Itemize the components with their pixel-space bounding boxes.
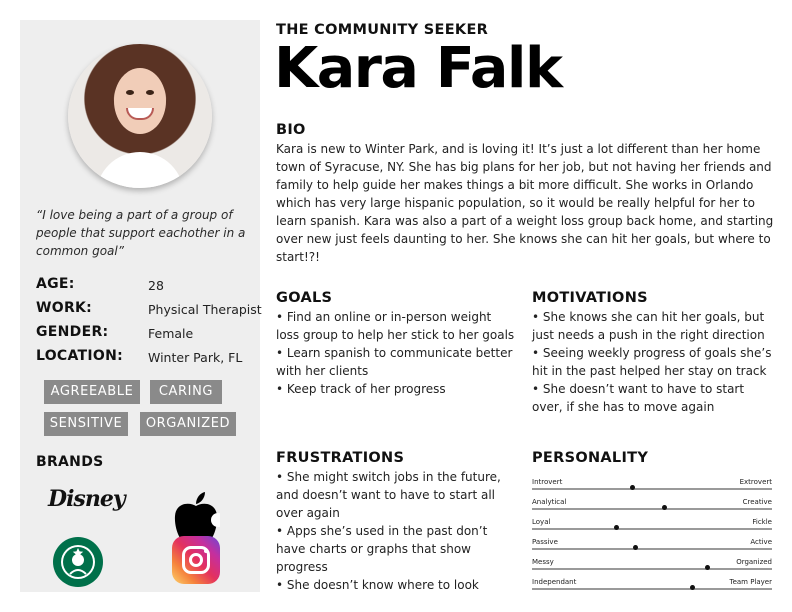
motivation-item: • She knows she can hit her goals, but j… [532, 310, 765, 342]
personality-slider: Messy Organized [532, 556, 772, 576]
slider-track [532, 588, 772, 590]
personality-sliders: Introvert Extrovert Analytical Creative … [532, 476, 772, 596]
slider-track [532, 568, 772, 570]
slider-knob [661, 505, 667, 510]
sidebar: “I love being a part of a group of peopl… [20, 20, 262, 592]
starbucks-logo [53, 537, 103, 587]
stat-row-age: AGE: 28 [36, 276, 260, 300]
bio-title: BIO [276, 122, 306, 138]
avatar-eye-right [146, 90, 154, 95]
stat-label: WORK: [36, 300, 93, 316]
trait-left-label: Independant [532, 578, 577, 586]
frustration-item: • She doesn’t know where to look [276, 578, 479, 592]
goals-title: GOALS [276, 290, 333, 306]
goal-item: • Learn spanish to communicate better wi… [276, 346, 513, 378]
personality-title: PERSONALITY [532, 450, 649, 466]
stat-label: AGE: [36, 276, 75, 292]
trait-right-label: Active [750, 538, 772, 546]
instagram-dot [204, 549, 208, 553]
trait-right-label: Organized [736, 558, 772, 566]
stats-list: AGE: 28 WORK: Physical Therapist GENDER:… [36, 276, 262, 372]
trait-left-label: Passive [532, 538, 558, 546]
slider-track [532, 488, 772, 490]
tag-caring: CARING [150, 380, 222, 404]
stat-row-work: WORK: Physical Therapist [36, 300, 262, 324]
instagram-logo [172, 536, 220, 584]
stat-value: 28 [148, 278, 164, 293]
stat-label: LOCATION: [36, 348, 124, 364]
goals-list: • Find an online or in-person weight los… [276, 308, 516, 398]
stat-row-gender: GENDER: Female [36, 324, 260, 348]
trait-left-label: Loyal [532, 518, 551, 526]
personality-slider: Introvert Extrovert [532, 476, 772, 496]
avatar-eye-left [126, 90, 134, 95]
avatar-shirt [96, 152, 184, 188]
tag-sensitive: SENSITIVE [44, 412, 128, 436]
trait-left-label: Introvert [532, 478, 563, 486]
slider-track [532, 508, 772, 510]
avatar [68, 44, 212, 188]
trait-right-label: Fickle [752, 518, 772, 526]
frustrations-title: FRUSTRATIONS [276, 450, 405, 466]
trait-right-label: Team Player [729, 578, 772, 586]
disney-logo: Disney [48, 486, 126, 512]
trait-left-label: Analytical [532, 498, 567, 506]
stat-value: Winter Park, FL [148, 350, 243, 365]
motivation-item: • Seeing weekly progress of goals she’s … [532, 346, 772, 378]
goal-item: • Find an online or in-person weight los… [276, 310, 515, 342]
motivation-item: • She doesn’t want to have to start over… [532, 382, 745, 414]
slider-knob [704, 565, 710, 570]
stat-value: Physical Therapist [148, 302, 262, 317]
tag-agreeable: AGREEABLE [44, 380, 140, 404]
slider-knob [613, 525, 619, 530]
stat-value: Female [148, 326, 194, 341]
brands-title: BRANDS [36, 454, 104, 470]
instagram-lens [189, 553, 203, 567]
trait-left-label: Messy [532, 558, 554, 566]
stat-label: GENDER: [36, 324, 109, 340]
bio-text: Kara is new to Winter Park, and is lovin… [276, 142, 774, 264]
avatar-face [114, 68, 166, 134]
trait-right-label: Creative [742, 498, 772, 506]
motivations-list: • She knows she can hit her goals, but j… [532, 308, 778, 416]
stat-row-location: LOCATION: Winter Park, FL [36, 348, 260, 372]
persona-quote: “I love being a part of a group of peopl… [36, 208, 246, 258]
personality-slider: Loyal Fickle [532, 516, 772, 536]
frustrations-list: • She might switch jobs in the future, a… [276, 468, 520, 594]
trait-right-label: Extrovert [739, 478, 772, 486]
goal-item: • Keep track of her progress [276, 382, 446, 396]
personality-slider: Independant Team Player [532, 576, 772, 596]
frustration-item: • Apps she’s used in the past don’t have… [276, 524, 488, 574]
slider-knob [632, 545, 638, 550]
personality-slider: Passive Active [532, 536, 772, 556]
motivations-title: MOTIVATIONS [532, 290, 648, 306]
slider-track [532, 528, 772, 530]
personality-slider: Analytical Creative [532, 496, 772, 516]
slider-track [532, 548, 772, 550]
tag-organized: ORGANIZED [140, 412, 236, 436]
persona-name: Kara Falk [274, 36, 563, 101]
frustration-item: • She might switch jobs in the future, a… [276, 470, 501, 520]
